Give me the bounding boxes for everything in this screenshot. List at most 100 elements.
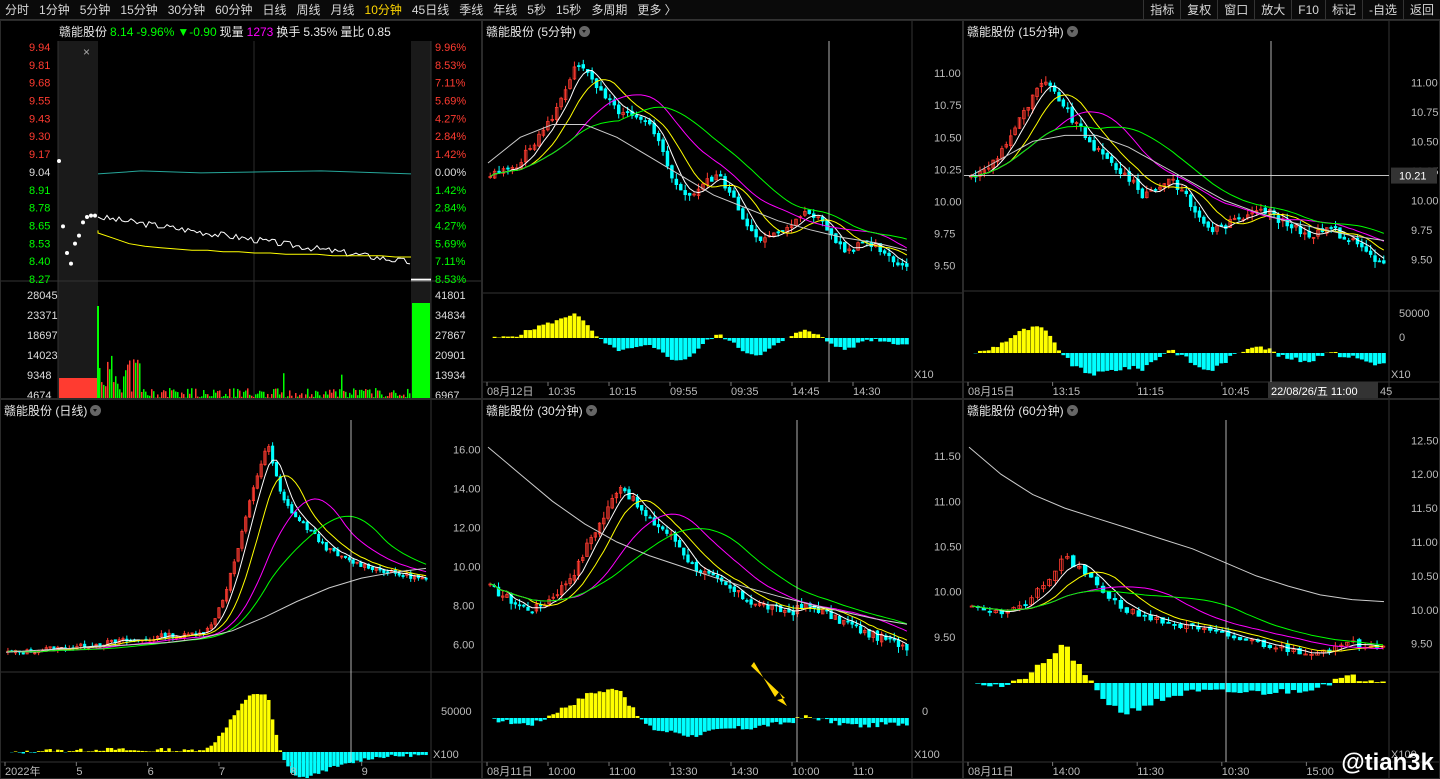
macd-bar [1243, 683, 1249, 693]
macd-bar [370, 752, 375, 760]
macd-bar [534, 718, 539, 721]
macd-bar [40, 751, 45, 752]
volume-bar [117, 383, 119, 398]
kline-chart-daily[interactable]: 16.00 14.00 12.00 10.00 8.00 6.00 50000 X100 202… [1, 400, 482, 779]
candle [776, 231, 780, 234]
macd-bar [1250, 347, 1255, 353]
timeshare-chart[interactable]: 9.94 9.96% 9.81 8.53% 9.68 7.11% 9.55 5.69% 9.43… [1, 21, 482, 399]
period-tab[interactable]: 45日线 [407, 0, 454, 20]
volume-axis-tick: 9348 [27, 370, 51, 382]
panel-title-5min[interactable]: 赣能股份 (5分钟) [486, 23, 591, 40]
toolbar-button[interactable]: 返回 [1402, 0, 1440, 20]
toolbar-button[interactable]: 复权 [1180, 0, 1217, 20]
candle [896, 639, 901, 647]
toolbar-button[interactable]: -自选 [1361, 0, 1403, 20]
period-tab[interactable]: 15分钟 [115, 0, 162, 20]
macd-bar [1308, 683, 1315, 691]
dropdown-caret-icon[interactable] [579, 26, 591, 37]
macd-bar [1315, 353, 1320, 356]
period-tab[interactable]: 季线 [454, 0, 488, 20]
macd-bar [167, 748, 171, 752]
macd-bar [858, 718, 863, 728]
period-tab[interactable]: 15秒 [551, 0, 586, 20]
toolbar-button[interactable]: 窗口 [1217, 0, 1254, 20]
macd-bar [986, 350, 991, 353]
candle [677, 540, 682, 548]
candle [648, 516, 652, 519]
panel-title-text: 赣能股份 (日线) [4, 404, 88, 418]
period-tab[interactable]: 日线 [257, 0, 291, 20]
period-tab[interactable]: 30分钟 [163, 0, 210, 20]
candle [834, 233, 838, 243]
chart-panel-15min[interactable]: 11.0010.7510.5010.2510.009.759.50500000X… [963, 20, 1440, 399]
price-axis-tick: 14.00 [453, 483, 481, 495]
toolbar-button[interactable]: 标记 [1324, 0, 1362, 20]
toolbar-button[interactable]: 指标 [1143, 0, 1180, 20]
macd-bar [113, 749, 118, 752]
panel-title-daily[interactable]: 赣能股份 (日线) [4, 402, 102, 419]
dropdown-caret-icon[interactable] [585, 405, 597, 416]
candle [401, 575, 405, 577]
period-tab[interactable]: 1分钟 [34, 0, 75, 20]
chart-panel-5min[interactable]: 11.00 10.75 10.50 10.25 10.00 9.75 9.50 X10 08月1… [482, 20, 963, 399]
dropdown-caret-icon[interactable] [1066, 26, 1078, 37]
toolbar-button[interactable]: F10 [1291, 0, 1325, 20]
volume-axis-tick: 14023 [27, 350, 58, 362]
macd-bar [1231, 683, 1237, 693]
period-tab[interactable]: 周线 [291, 0, 325, 20]
panel-title-15min[interactable]: 赣能股份 (15分钟) [967, 23, 1078, 40]
volume-bar [145, 391, 147, 398]
macd-bar [599, 338, 603, 339]
candle [530, 611, 534, 614]
candle [682, 547, 686, 556]
panel-title-60min[interactable]: 赣能股份 (60分钟) [967, 402, 1078, 419]
chart-panel-60min[interactable]: 12.50 12.00 11.50 11.00 10.50 10.00 9.50 X100 08… [963, 399, 1440, 779]
price-axis-tick: 9.50 [934, 632, 955, 644]
macd-bar [1285, 353, 1290, 359]
price-axis-tick: 10.00 [1411, 605, 1439, 617]
price-axis-tick: 9.50 [1411, 254, 1432, 266]
kline-chart-60min[interactable]: 12.5012.0011.5011.0010.5010.009.50X10008… [964, 400, 1440, 779]
volume-bar [217, 391, 219, 398]
macd-bar [1344, 675, 1350, 683]
period-tab[interactable]: 60分钟 [210, 0, 257, 20]
chart-panel-daily[interactable]: 16.00 14.00 12.00 10.00 8.00 6.00 50000 X100 202… [0, 399, 482, 779]
macd-bar [842, 338, 847, 350]
price-axis-tick: 9.30 [29, 131, 50, 143]
period-tab[interactable]: 月线 [326, 0, 360, 20]
kline-chart-30min[interactable]: 11.50 11.00 10.50 10.00 9.50 0 X100 08月11日 10:00… [483, 400, 963, 779]
macd-bar [1070, 660, 1076, 683]
macd-bar [201, 750, 206, 752]
candle [887, 252, 891, 257]
macd-bar [1249, 683, 1255, 691]
period-tab[interactable]: 分时 [0, 0, 34, 20]
volume-bar [359, 389, 361, 398]
price-axis-tick: 9.43 [29, 113, 50, 125]
dropdown-caret-icon[interactable] [1066, 405, 1078, 416]
macd-bar [816, 334, 821, 338]
period-tab[interactable]: 更多 〉 [632, 0, 681, 20]
toolbar-button[interactable]: 放大 [1254, 0, 1291, 20]
panel-title-30min[interactable]: 赣能股份 (30分钟) [486, 402, 597, 419]
period-tab[interactable]: 10分钟 [360, 0, 407, 20]
macd-bar [1381, 353, 1386, 364]
period-tab[interactable]: 多周期 [586, 0, 632, 20]
volume-bar [245, 390, 247, 398]
moving-average-line [971, 111, 1384, 242]
macd-bar [1258, 346, 1263, 353]
kline-chart-5min[interactable]: 11.00 10.75 10.50 10.25 10.00 9.75 9.50 X10 08月1… [483, 21, 963, 399]
period-tab[interactable]: 5秒 [522, 0, 551, 20]
macd-bar [883, 718, 888, 725]
chart-panel-30min[interactable]: 11.50 11.00 10.50 10.00 9.50 0 X100 08月11日 10:00… [482, 399, 963, 779]
period-tab[interactable]: 年线 [488, 0, 522, 20]
time-axis-tick: 14:00 [1053, 766, 1081, 778]
close-icon[interactable]: × [83, 45, 90, 59]
macd-bar [732, 718, 737, 729]
dropdown-caret-icon[interactable] [90, 405, 102, 416]
macd-bar [820, 337, 825, 338]
macd-bar [811, 333, 816, 338]
macd-bar [625, 338, 630, 349]
period-tab[interactable]: 5分钟 [75, 0, 116, 20]
kline-chart-15min[interactable]: 11.0010.7510.5010.2510.009.759.50500000X… [964, 21, 1440, 399]
price-axis-tick: 8.91 [29, 185, 50, 197]
